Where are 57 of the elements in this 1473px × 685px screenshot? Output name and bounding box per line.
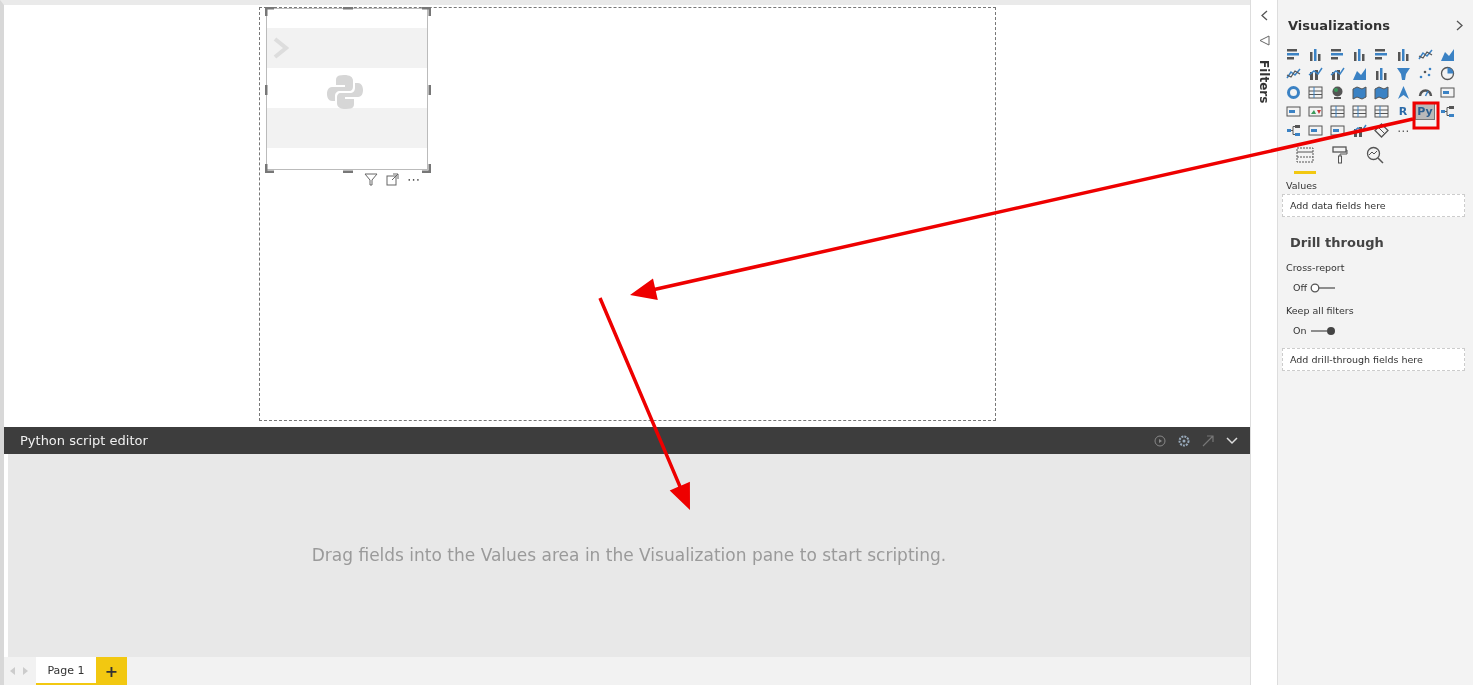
values-label: Values (1286, 180, 1319, 191)
kpi-icon[interactable] (1307, 104, 1323, 119)
line-chart-icon[interactable] (1285, 66, 1301, 81)
card-icon[interactable] (1439, 85, 1455, 100)
combo-chart-icon[interactable] (1329, 66, 1345, 81)
values-drop-field[interactable]: Add data fields here (1282, 194, 1465, 217)
line-chart-icon[interactable] (1417, 47, 1433, 62)
editor-message: Drag fields into the Values area in the Visualization pane to start scripting. (311, 544, 947, 567)
add-page-button[interactable]: + (96, 657, 127, 685)
focus-mode-icon[interactable] (386, 173, 399, 186)
map-icon[interactable] (1351, 85, 1367, 100)
multi-row-card-icon[interactable] (1285, 104, 1301, 119)
diamond-icon[interactable] (1373, 123, 1389, 138)
globe-icon[interactable] (1329, 85, 1345, 100)
page-tab[interactable]: Page 1 (36, 657, 96, 685)
drill-through-drop-field[interactable]: Add drill-through fields here (1282, 348, 1465, 371)
donut-chart-icon[interactable] (1285, 85, 1301, 100)
highlight-box (1412, 101, 1440, 130)
toggle-state: On (1293, 325, 1307, 336)
chevron-left-icon[interactable] (1260, 10, 1268, 21)
python-logo-icon (326, 73, 364, 111)
more-visuals-button[interactable]: ⋯ (1397, 123, 1409, 138)
navigation-arrow-icon[interactable] (1395, 85, 1411, 100)
bar-chart-icon[interactable] (1329, 47, 1345, 62)
magnifier-chart-icon (1366, 146, 1384, 164)
filter-icon (1258, 35, 1270, 46)
column-chart-icon[interactable] (1307, 47, 1323, 62)
editor-title: Python script editor (20, 433, 149, 448)
filter-icon[interactable] (364, 173, 378, 186)
map-icon[interactable] (1373, 85, 1389, 100)
table-icon[interactable] (1351, 104, 1367, 119)
column-chart-icon[interactable] (1351, 47, 1367, 62)
settings-icon[interactable] (1178, 434, 1190, 447)
combo-chart-icon[interactable] (1307, 66, 1323, 81)
toggle-label: Keep all filters (1286, 305, 1355, 316)
bar-chart-icon[interactable] (1285, 47, 1301, 62)
scatter-chart-icon[interactable] (1417, 66, 1433, 81)
column-chart-icon[interactable] (1395, 47, 1411, 62)
section-title: Drill through (1290, 235, 1385, 250)
script-visual-button[interactable]: R (1397, 104, 1409, 119)
bar-chart-icon[interactable] (1373, 47, 1389, 62)
paint-roller-icon (1332, 146, 1348, 164)
filters-label: Filters (1257, 60, 1271, 104)
fields-icon (1296, 147, 1314, 163)
pane-title: Visualizations (1288, 18, 1390, 33)
funnel-icon[interactable] (1395, 66, 1411, 81)
toggle-switch[interactable] (1310, 282, 1337, 293)
run-icon[interactable] (1154, 434, 1166, 447)
more-options-button[interactable]: ⋯ (407, 172, 421, 187)
toggle-label: Cross-report (1286, 262, 1346, 273)
chevron-down-icon[interactable] (1226, 436, 1238, 445)
chevron-right-icon[interactable] (1456, 20, 1463, 31)
expand-arrow-icon[interactable] (1202, 434, 1214, 447)
toggle-switch[interactable] (1309, 325, 1336, 336)
area-chart-icon[interactable] (1439, 47, 1455, 62)
toggle-state: Off (1293, 282, 1308, 293)
pie-chart-icon[interactable] (1439, 66, 1455, 81)
